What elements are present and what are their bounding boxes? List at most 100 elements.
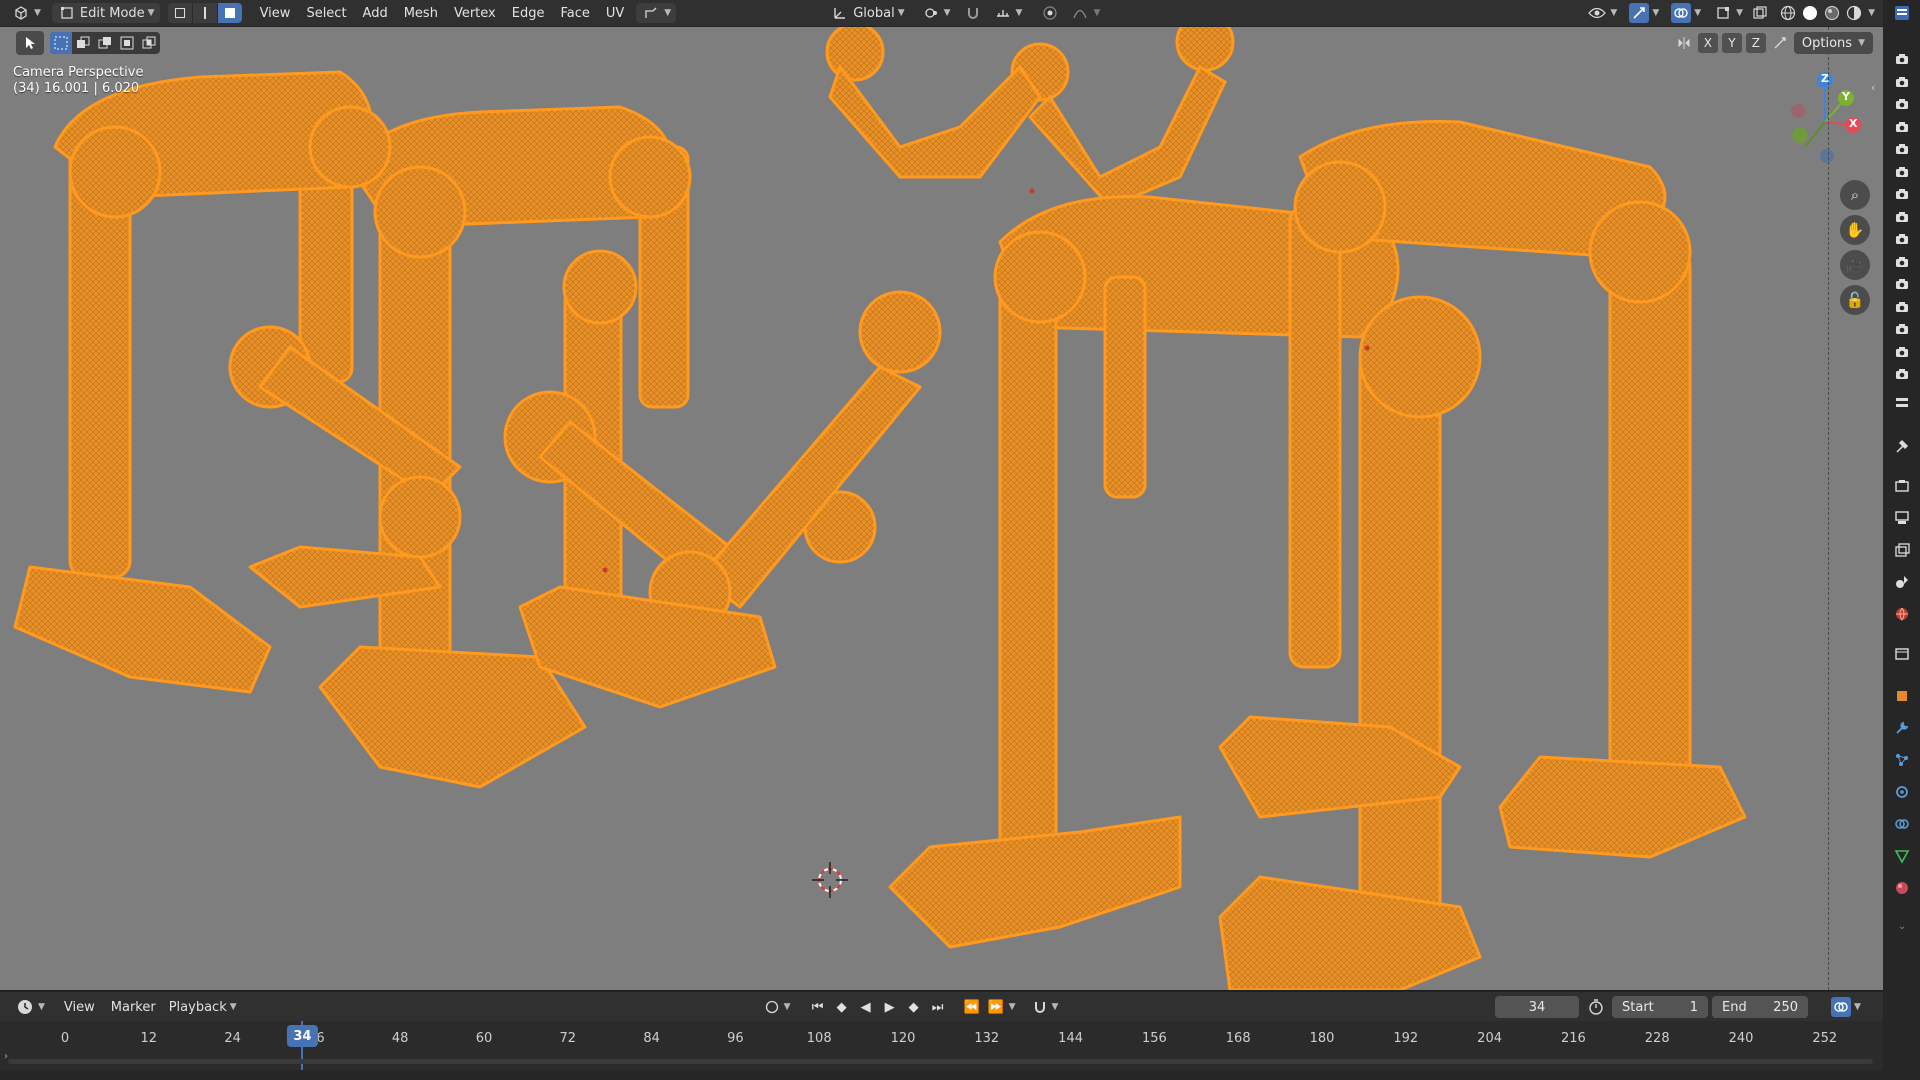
auto-keying-icon[interactable] — [762, 997, 782, 1017]
render-properties-icon[interactable] — [1890, 475, 1914, 497]
timeline-menu-view[interactable]: View — [56, 997, 103, 1017]
next-frame-button[interactable]: ⏩ — [985, 996, 1007, 1018]
camera-tab-icon[interactable] — [1890, 273, 1914, 295]
timeline-menu-playback[interactable]: Playback ▼ — [164, 997, 242, 1017]
material-preview-shading-icon[interactable] — [1822, 3, 1842, 23]
mirror-z-toggle[interactable]: Z — [1745, 33, 1766, 53]
chevron-down-icon[interactable]: ▼ — [1868, 8, 1875, 18]
rendered-shading-icon[interactable] — [1844, 3, 1864, 23]
camera-tab-icon[interactable] — [1890, 93, 1914, 115]
timeline-editor-type[interactable]: ▼ — [10, 997, 50, 1017]
3d-viewport[interactable]: Camera Perspective (34) 16.001 | 6.020 X… — [0, 27, 1883, 990]
timeline-menu-marker[interactable]: Marker — [103, 997, 164, 1017]
editor-type-selector[interactable]: ▼ — [6, 3, 46, 23]
menu-edge[interactable]: Edge — [504, 3, 553, 23]
auto-merge-icon[interactable] — [1770, 33, 1790, 53]
camera-tab-icon[interactable] — [1890, 138, 1914, 160]
view-layer-properties-icon[interactable] — [1890, 539, 1914, 561]
prev-frame-button[interactable]: ⏪ — [961, 996, 983, 1018]
world-properties-icon[interactable] — [1890, 603, 1914, 625]
particles-properties-icon[interactable] — [1890, 749, 1914, 771]
select-invert-icon[interactable] — [116, 32, 138, 54]
jump-end-button[interactable]: ⏭ — [927, 996, 949, 1018]
menu-uv[interactable]: UV — [598, 3, 632, 23]
stopwatch-icon[interactable] — [1586, 997, 1606, 1017]
camera-tab-icon[interactable] — [1890, 71, 1914, 93]
start-frame-field[interactable]: Start 1 — [1612, 996, 1708, 1018]
chevron-down-icon[interactable]: ▼ — [1052, 1002, 1059, 1012]
sidebar-toggle-icon[interactable]: ‹ — [1871, 81, 1875, 94]
chevron-down-icon[interactable]: ⌄ — [1890, 915, 1914, 937]
visibility-dropdown[interactable]: ▼ — [1582, 3, 1622, 23]
scene-properties-icon[interactable] — [1890, 571, 1914, 593]
wireframe-shading-icon[interactable] — [1778, 3, 1798, 23]
object-data-properties-icon[interactable] — [1890, 845, 1914, 867]
modifier-properties-icon[interactable] — [1890, 717, 1914, 739]
camera-tab-icon[interactable] — [1890, 318, 1914, 340]
menu-mesh[interactable]: Mesh — [396, 3, 446, 23]
jump-start-button[interactable]: ⏮ — [807, 996, 829, 1018]
collection-properties-icon[interactable] — [1890, 643, 1914, 665]
face-select-button[interactable] — [217, 3, 242, 23]
timeline-scrollbar[interactable] — [8, 1059, 1873, 1064]
menu-face[interactable]: Face — [552, 3, 597, 23]
next-keyframe-button[interactable]: ◆ — [903, 996, 925, 1018]
vertex-select-button[interactable] — [167, 3, 193, 23]
pivot-point-dropdown[interactable]: ▼ — [916, 3, 956, 23]
camera-tab-icon[interactable] — [1890, 251, 1914, 273]
playhead-frame-indicator[interactable]: 34 — [287, 1025, 318, 1047]
menu-select[interactable]: Select — [298, 3, 354, 23]
solid-shading-icon[interactable] — [1800, 3, 1820, 23]
menu-view[interactable]: View — [252, 3, 299, 23]
timeline-area[interactable]: 0122436486072849610812013214415616818019… — [0, 1021, 1883, 1070]
end-frame-field[interactable]: End 250 — [1712, 996, 1808, 1018]
snap-toggle[interactable] — [958, 3, 988, 23]
camera-tab-icon[interactable] — [1890, 161, 1914, 183]
camera-tab-icon[interactable] — [1890, 296, 1914, 318]
select-extend-icon[interactable] — [72, 32, 94, 54]
xray-toggle-icon[interactable] — [1750, 3, 1770, 23]
camera-tab-icon[interactable] — [1890, 341, 1914, 363]
properties-editor-icon[interactable] — [1890, 2, 1914, 24]
camera-tab-icon[interactable] — [1890, 228, 1914, 250]
chevron-down-icon[interactable]: ▼ — [784, 1002, 791, 1012]
current-frame-field[interactable]: 34 — [1495, 996, 1579, 1018]
edge-select-button[interactable] — [192, 3, 218, 23]
mode-selector[interactable]: Edit Mode ▼ — [51, 3, 160, 23]
camera-tab-icon[interactable] — [1890, 116, 1914, 138]
mesh-edit-overlays-dropdown[interactable]: ▼ — [1708, 3, 1748, 23]
camera-view-button[interactable]: 🎥 — [1840, 250, 1870, 280]
proportional-edit-toggle[interactable] — [1035, 3, 1065, 23]
gizmo-toggle[interactable]: ▼ — [1624, 3, 1664, 23]
timeline-view-options[interactable]: ▼ — [1826, 997, 1866, 1017]
camera-tab-icon[interactable] — [1890, 48, 1914, 70]
camera-tab-icon[interactable] — [1890, 363, 1914, 385]
options-dropdown[interactable]: Options ▼ — [1793, 32, 1873, 54]
proportional-falloff-dropdown[interactable]: ▼ — [1065, 3, 1105, 23]
tool-settings-icon[interactable] — [1890, 435, 1914, 457]
material-properties-icon[interactable] — [1890, 877, 1914, 899]
select-tool-button[interactable] — [16, 31, 44, 55]
mirror-icon[interactable] — [1674, 33, 1694, 53]
transform-orientation-dropdown[interactable]: Global ▼ — [825, 3, 909, 23]
uv-select-dropdown[interactable]: ▼ — [636, 3, 677, 23]
chevron-down-icon[interactable]: ▼ — [1009, 1002, 1016, 1012]
select-subtract-icon[interactable] — [94, 32, 116, 54]
physics-properties-icon[interactable] — [1890, 781, 1914, 803]
object-properties-icon[interactable] — [1890, 685, 1914, 707]
tool-tab-icon[interactable] — [1890, 392, 1914, 414]
constraints-properties-icon[interactable] — [1890, 813, 1914, 835]
lock-camera-button[interactable]: 🔓 — [1840, 285, 1870, 315]
mirror-x-toggle[interactable]: X — [1697, 33, 1718, 53]
play-reverse-button[interactable]: ◀ — [855, 996, 877, 1018]
prev-keyframe-button[interactable]: ◆ — [831, 996, 853, 1018]
overlays-toggle[interactable]: ▼ — [1666, 3, 1706, 23]
output-properties-icon[interactable] — [1890, 507, 1914, 529]
expand-channels-icon[interactable]: › — [4, 1051, 8, 1062]
play-button[interactable]: ▶ — [879, 996, 901, 1018]
menu-add[interactable]: Add — [355, 3, 396, 23]
select-intersect-icon[interactable] — [138, 32, 160, 54]
camera-tab-icon[interactable] — [1890, 183, 1914, 205]
zoom-button[interactable]: ⌕ — [1840, 180, 1870, 210]
keying-set-icon[interactable] — [1030, 997, 1050, 1017]
